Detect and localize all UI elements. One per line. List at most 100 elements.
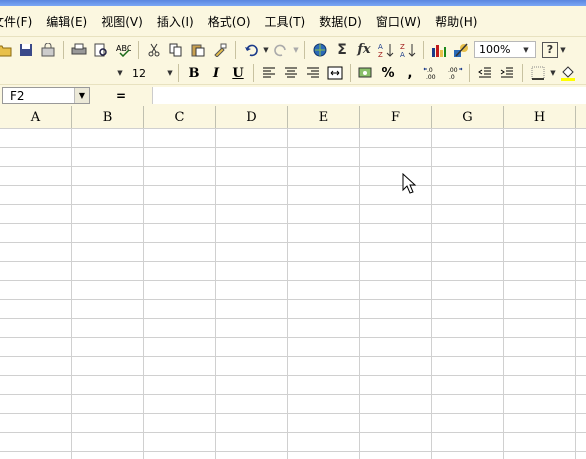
undo-icon[interactable] bbox=[241, 40, 261, 60]
column-headers: A B C D E F G H bbox=[0, 106, 586, 129]
svg-text:.00: .00 bbox=[448, 67, 458, 74]
grid-line bbox=[575, 128, 576, 459]
font-size-dropdown-icon[interactable]: ▼ bbox=[166, 69, 174, 77]
menu-edit[interactable]: 编辑(E) bbox=[42, 13, 91, 30]
sort-ascending-icon[interactable]: AZ bbox=[376, 40, 396, 60]
toolbar-separator bbox=[253, 64, 254, 82]
hyperlink-icon[interactable] bbox=[310, 40, 330, 60]
toolbar-separator bbox=[522, 64, 523, 82]
grid-line bbox=[431, 128, 432, 459]
svg-text:A: A bbox=[378, 43, 383, 51]
paste-icon[interactable] bbox=[188, 40, 208, 60]
spelling-icon[interactable]: ABC bbox=[113, 40, 133, 60]
align-left-icon[interactable] bbox=[259, 64, 279, 82]
italic-button[interactable]: I bbox=[206, 64, 226, 82]
column-header-partial[interactable] bbox=[576, 106, 586, 128]
formula-bar: F2 ▼ = bbox=[0, 85, 586, 106]
svg-text:.0: .0 bbox=[449, 74, 455, 80]
redo-icon[interactable] bbox=[271, 40, 291, 60]
menu-window[interactable]: 窗口(W) bbox=[372, 13, 425, 30]
save-icon[interactable] bbox=[16, 40, 36, 60]
column-header-b[interactable]: B bbox=[72, 106, 144, 128]
help-dropdown-icon[interactable]: ▼ bbox=[559, 46, 567, 54]
cut-icon[interactable] bbox=[144, 40, 164, 60]
increase-indent-icon[interactable] bbox=[497, 64, 517, 82]
menu-insert[interactable]: 插入(I) bbox=[153, 13, 198, 30]
svg-text:A: A bbox=[400, 51, 405, 58]
formatting-toolbar: ▼ 12 ▼ B I U % , .0.00 .00.0 ▼ bbox=[0, 62, 586, 85]
toolbar-separator bbox=[469, 64, 470, 82]
print-preview-icon[interactable] bbox=[91, 40, 111, 60]
comma-button[interactable]: , bbox=[400, 64, 420, 82]
column-header-d[interactable]: D bbox=[216, 106, 288, 128]
format-painter-icon[interactable] bbox=[210, 40, 230, 60]
toolbar-separator bbox=[350, 64, 351, 82]
menu-data[interactable]: 数据(D) bbox=[315, 13, 366, 30]
formula-equals-label[interactable]: = bbox=[90, 87, 152, 104]
svg-text:.00: .00 bbox=[426, 74, 436, 80]
column-header-a[interactable]: A bbox=[0, 106, 72, 128]
font-name-select[interactable]: ▼ bbox=[0, 64, 124, 82]
bold-button[interactable]: B bbox=[184, 64, 204, 82]
standard-toolbar: ABC ▼ ▼ Σ fx AZ ZA 100% ▼ ? ▼ bbox=[0, 37, 586, 63]
redo-dropdown-icon[interactable]: ▼ bbox=[292, 46, 300, 54]
toolbar-separator bbox=[138, 40, 139, 59]
font-size-select[interactable]: 12 ▼ bbox=[128, 64, 174, 82]
svg-text:ABC: ABC bbox=[116, 44, 131, 53]
name-box[interactable]: F2 ▼ bbox=[2, 87, 90, 104]
toolbar-separator bbox=[235, 40, 236, 59]
insert-function-icon[interactable]: fx bbox=[354, 40, 374, 60]
print-icon[interactable] bbox=[69, 40, 89, 60]
column-header-e[interactable]: E bbox=[288, 106, 360, 128]
decrease-indent-icon[interactable] bbox=[475, 64, 495, 82]
column-header-h[interactable]: H bbox=[504, 106, 576, 128]
grid-line bbox=[359, 128, 360, 459]
permission-icon[interactable] bbox=[38, 40, 58, 60]
decrease-decimal-icon[interactable]: .00.0 bbox=[444, 64, 464, 82]
borders-icon[interactable] bbox=[528, 64, 548, 82]
currency-icon[interactable] bbox=[356, 64, 376, 82]
column-header-f[interactable]: F bbox=[360, 106, 432, 128]
cell-grid[interactable] bbox=[0, 128, 586, 459]
help-icon[interactable]: ? bbox=[542, 41, 558, 58]
font-size-value: 12 bbox=[132, 66, 146, 80]
align-right-icon[interactable] bbox=[303, 64, 323, 82]
font-name-dropdown-icon[interactable]: ▼ bbox=[116, 69, 124, 77]
grid-line bbox=[71, 128, 72, 459]
mouse-pointer-icon bbox=[402, 173, 416, 194]
formula-input[interactable] bbox=[152, 87, 586, 104]
percent-button[interactable]: % bbox=[378, 64, 398, 82]
increase-decimal-icon[interactable]: .0.00 bbox=[422, 64, 442, 82]
toolbar-separator bbox=[304, 40, 305, 59]
undo-dropdown-icon[interactable]: ▼ bbox=[262, 46, 270, 54]
help-label: ? bbox=[546, 43, 554, 56]
column-header-g[interactable]: G bbox=[432, 106, 504, 128]
fill-color-icon[interactable] bbox=[558, 64, 578, 82]
toolbar-separator bbox=[63, 40, 64, 59]
drawing-icon[interactable] bbox=[451, 40, 471, 60]
grid-line bbox=[287, 128, 288, 459]
menu-bar: 文件(F) 编辑(E) 视图(V) 插入(I) 格式(O) 工具(T) 数据(D… bbox=[0, 6, 586, 37]
grid-line bbox=[503, 128, 504, 459]
merge-center-icon[interactable] bbox=[325, 64, 345, 82]
zoom-dropdown-icon[interactable]: ▼ bbox=[522, 46, 530, 54]
chart-wizard-icon[interactable] bbox=[429, 40, 449, 60]
sort-descending-icon[interactable]: ZA bbox=[398, 40, 418, 60]
borders-dropdown-icon[interactable]: ▼ bbox=[549, 69, 557, 77]
svg-text:.0: .0 bbox=[427, 67, 433, 74]
menu-help[interactable]: 帮助(H) bbox=[431, 13, 481, 30]
copy-icon[interactable] bbox=[166, 40, 186, 60]
name-box-value: F2 bbox=[10, 88, 25, 103]
grid-line bbox=[215, 128, 216, 459]
underline-button[interactable]: U bbox=[228, 64, 248, 82]
align-center-icon[interactable] bbox=[281, 64, 301, 82]
autosum-icon[interactable]: Σ bbox=[332, 40, 352, 60]
open-icon[interactable] bbox=[0, 40, 14, 60]
name-box-dropdown-icon[interactable]: ▼ bbox=[74, 88, 89, 103]
menu-tools[interactable]: 工具(T) bbox=[261, 13, 310, 30]
menu-view[interactable]: 视图(V) bbox=[97, 13, 147, 30]
menu-format[interactable]: 格式(O) bbox=[204, 13, 255, 30]
menu-file[interactable]: 文件(F) bbox=[0, 13, 36, 30]
column-header-c[interactable]: C bbox=[144, 106, 216, 128]
grid-line bbox=[143, 128, 144, 459]
